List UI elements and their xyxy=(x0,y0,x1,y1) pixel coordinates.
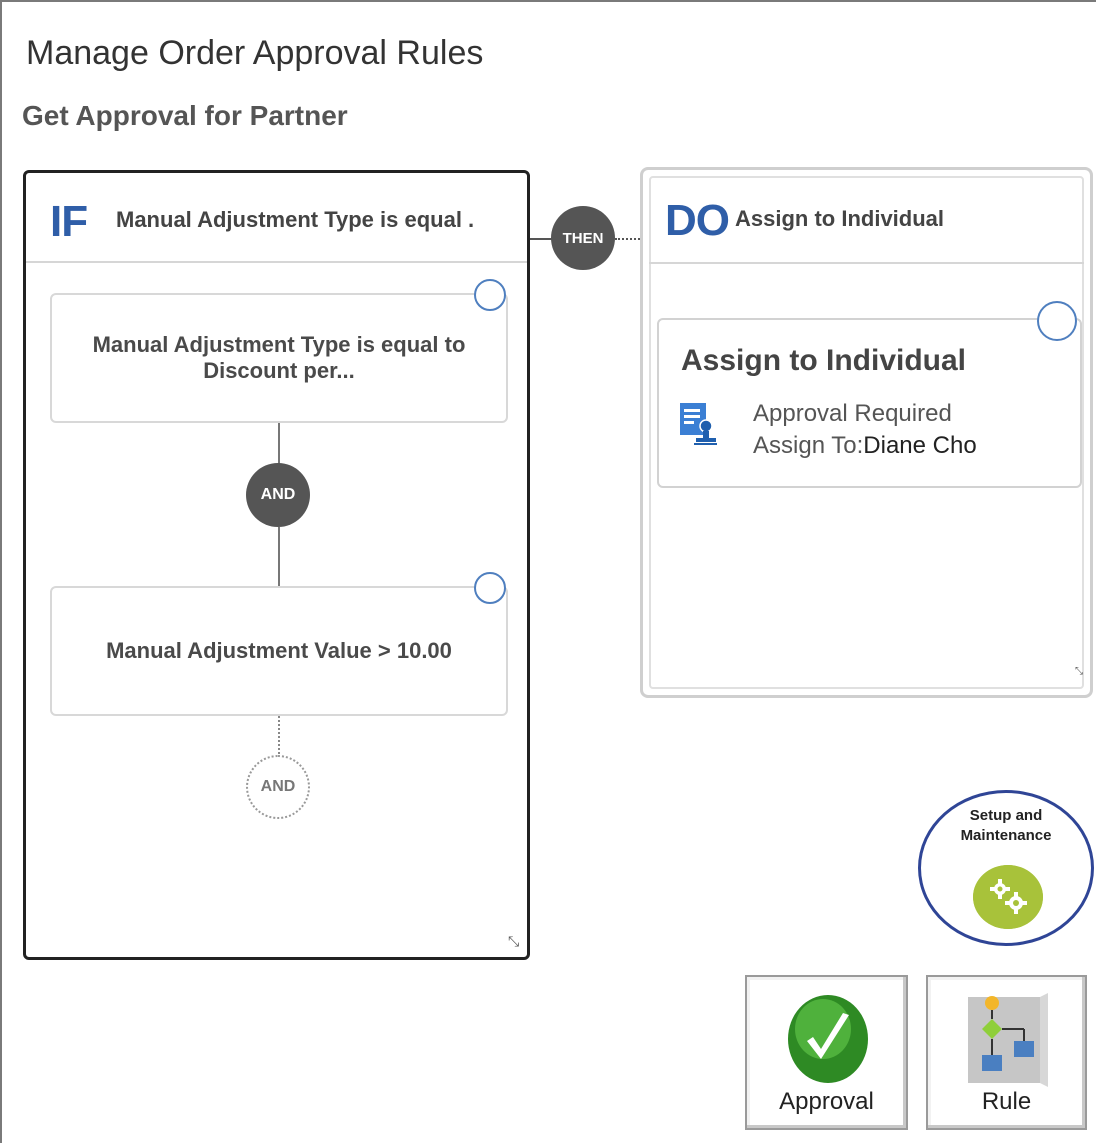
connector-line xyxy=(278,527,280,587)
if-panel[interactable]: IF Manual Adjustment Type is equal . Man… xyxy=(23,170,530,960)
setup-label: Setup and Maintenance xyxy=(921,806,1091,845)
if-keyword: IF xyxy=(50,197,88,246)
then-line-left xyxy=(530,238,552,240)
condition-2-select-circle[interactable] xyxy=(474,572,506,604)
assign-to-value: Diane Cho xyxy=(863,432,977,459)
then-node[interactable]: THEN xyxy=(551,206,615,270)
page-title: Manage Order Approval Rules xyxy=(26,34,484,72)
condition-card-2[interactable]: Manual Adjustment Value > 10.00 xyxy=(50,586,508,716)
resize-handle-icon[interactable]: ⤡ xyxy=(1075,666,1083,677)
approval-tile-label: Approval xyxy=(779,1088,874,1115)
if-summary: Manual Adjustment Type is equal . xyxy=(116,207,475,232)
condition-1-line1: Manual Adjustment Type is equal to xyxy=(92,331,466,357)
condition-2-text: Manual Adjustment Value > 10.00 xyxy=(106,637,452,663)
do-panel-header[interactable]: DO Assign to Individual xyxy=(649,176,1084,264)
and-node[interactable]: AND xyxy=(246,463,310,527)
add-and-node[interactable]: AND xyxy=(246,755,310,819)
gears-icon xyxy=(973,865,1043,929)
action-line-1: Approval Required xyxy=(753,400,952,427)
document-stamp-icon xyxy=(680,403,717,445)
assign-to-label: Assign To: xyxy=(753,432,864,459)
resize-handle-icon[interactable]: ⤡ xyxy=(508,933,519,950)
setup-label-line1: Setup and xyxy=(969,807,1043,824)
condition-1-select-circle[interactable] xyxy=(474,279,506,311)
setup-label-line2: Maintenance xyxy=(960,826,1052,844)
do-panel[interactable]: DO Assign to Individual Assign to Indivi… xyxy=(640,167,1093,698)
dotted-connector-line xyxy=(278,716,280,758)
action-title: Assign to Individual xyxy=(681,344,967,377)
if-panel-header[interactable]: IF Manual Adjustment Type is equal . xyxy=(26,173,527,263)
action-assign-line: Assign To:Diane Cho xyxy=(753,432,977,460)
approval-tile[interactable]: Approval xyxy=(745,975,908,1130)
rule-tile-label: Rule xyxy=(981,1088,1032,1115)
do-keyword: DO xyxy=(665,196,730,245)
action-card[interactable]: Assign to Individual Approval Required A… xyxy=(657,318,1082,488)
then-line-right xyxy=(615,238,643,240)
condition-1-line2: Discount per... xyxy=(203,358,355,383)
do-summary: Assign to Individual xyxy=(735,206,945,231)
flowchart-icon xyxy=(968,993,1048,1087)
action-select-circle[interactable] xyxy=(1037,301,1077,341)
condition-card-1[interactable]: Manual Adjustment Type is equal to Disco… xyxy=(50,293,508,423)
checkmark-icon xyxy=(788,995,868,1083)
rule-tile[interactable]: Rule xyxy=(926,975,1087,1130)
setup-and-maintenance-button[interactable]: Setup and Maintenance xyxy=(918,790,1094,946)
rule-name: Get Approval for Partner xyxy=(22,100,348,131)
